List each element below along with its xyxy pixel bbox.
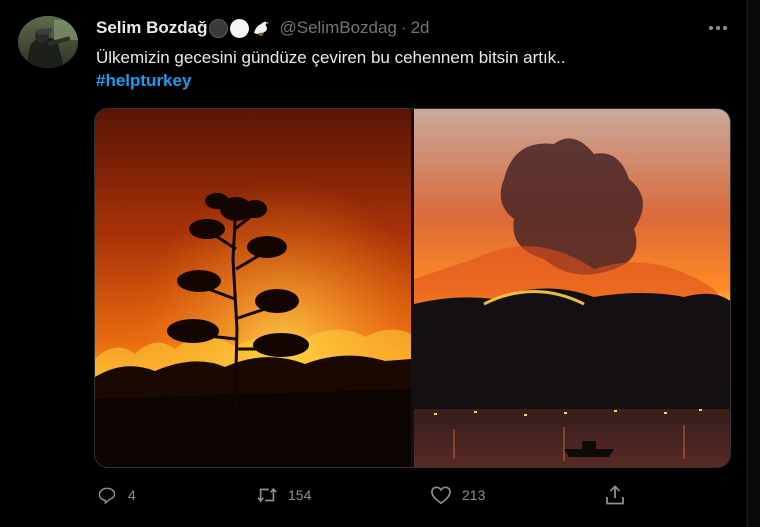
eagle-emoji-icon bbox=[251, 18, 271, 38]
heart-icon bbox=[430, 484, 452, 506]
retweet-button[interactable]: 154 bbox=[256, 482, 311, 508]
tweet-actions: 4 154 213 bbox=[96, 482, 676, 508]
share-icon bbox=[604, 484, 626, 506]
wildfire-coast-photo[interactable] bbox=[414, 109, 730, 467]
like-button[interactable]: 213 bbox=[430, 482, 485, 508]
reply-icon bbox=[96, 484, 118, 506]
hashtag-link[interactable]: #helpturkey bbox=[96, 71, 191, 91]
tweet-header: Selim Bozdağ @SelimBozdag · 2d bbox=[96, 17, 430, 39]
scrollbar-track[interactable] bbox=[747, 0, 760, 527]
retweet-count: 154 bbox=[288, 487, 312, 503]
retweet-icon bbox=[256, 484, 278, 506]
white-circle-emoji-icon bbox=[230, 18, 250, 38]
tweet-media bbox=[94, 108, 731, 468]
author-display-name[interactable]: Selim Bozdağ bbox=[96, 18, 207, 38]
author-handle[interactable]: @SelimBozdag bbox=[279, 18, 396, 38]
reply-count: 4 bbox=[128, 487, 136, 503]
wildfire-tree-photo[interactable] bbox=[95, 109, 411, 467]
separator-dot: · bbox=[400, 18, 407, 37]
share-button[interactable] bbox=[604, 482, 626, 508]
reply-button[interactable]: 4 bbox=[96, 482, 136, 508]
black-circle-emoji-icon bbox=[209, 18, 229, 38]
tweet[interactable]: Selim Bozdağ @SelimBozdag · 2d Ülkemizin… bbox=[0, 0, 748, 527]
avatar[interactable] bbox=[18, 16, 78, 68]
tweet-text: Ülkemizin gecesini gündüze çeviren bu ce… bbox=[96, 48, 566, 67]
tweet-timestamp[interactable]: 2d bbox=[411, 18, 430, 38]
more-options-icon[interactable] bbox=[704, 18, 732, 38]
like-count: 213 bbox=[462, 487, 486, 503]
